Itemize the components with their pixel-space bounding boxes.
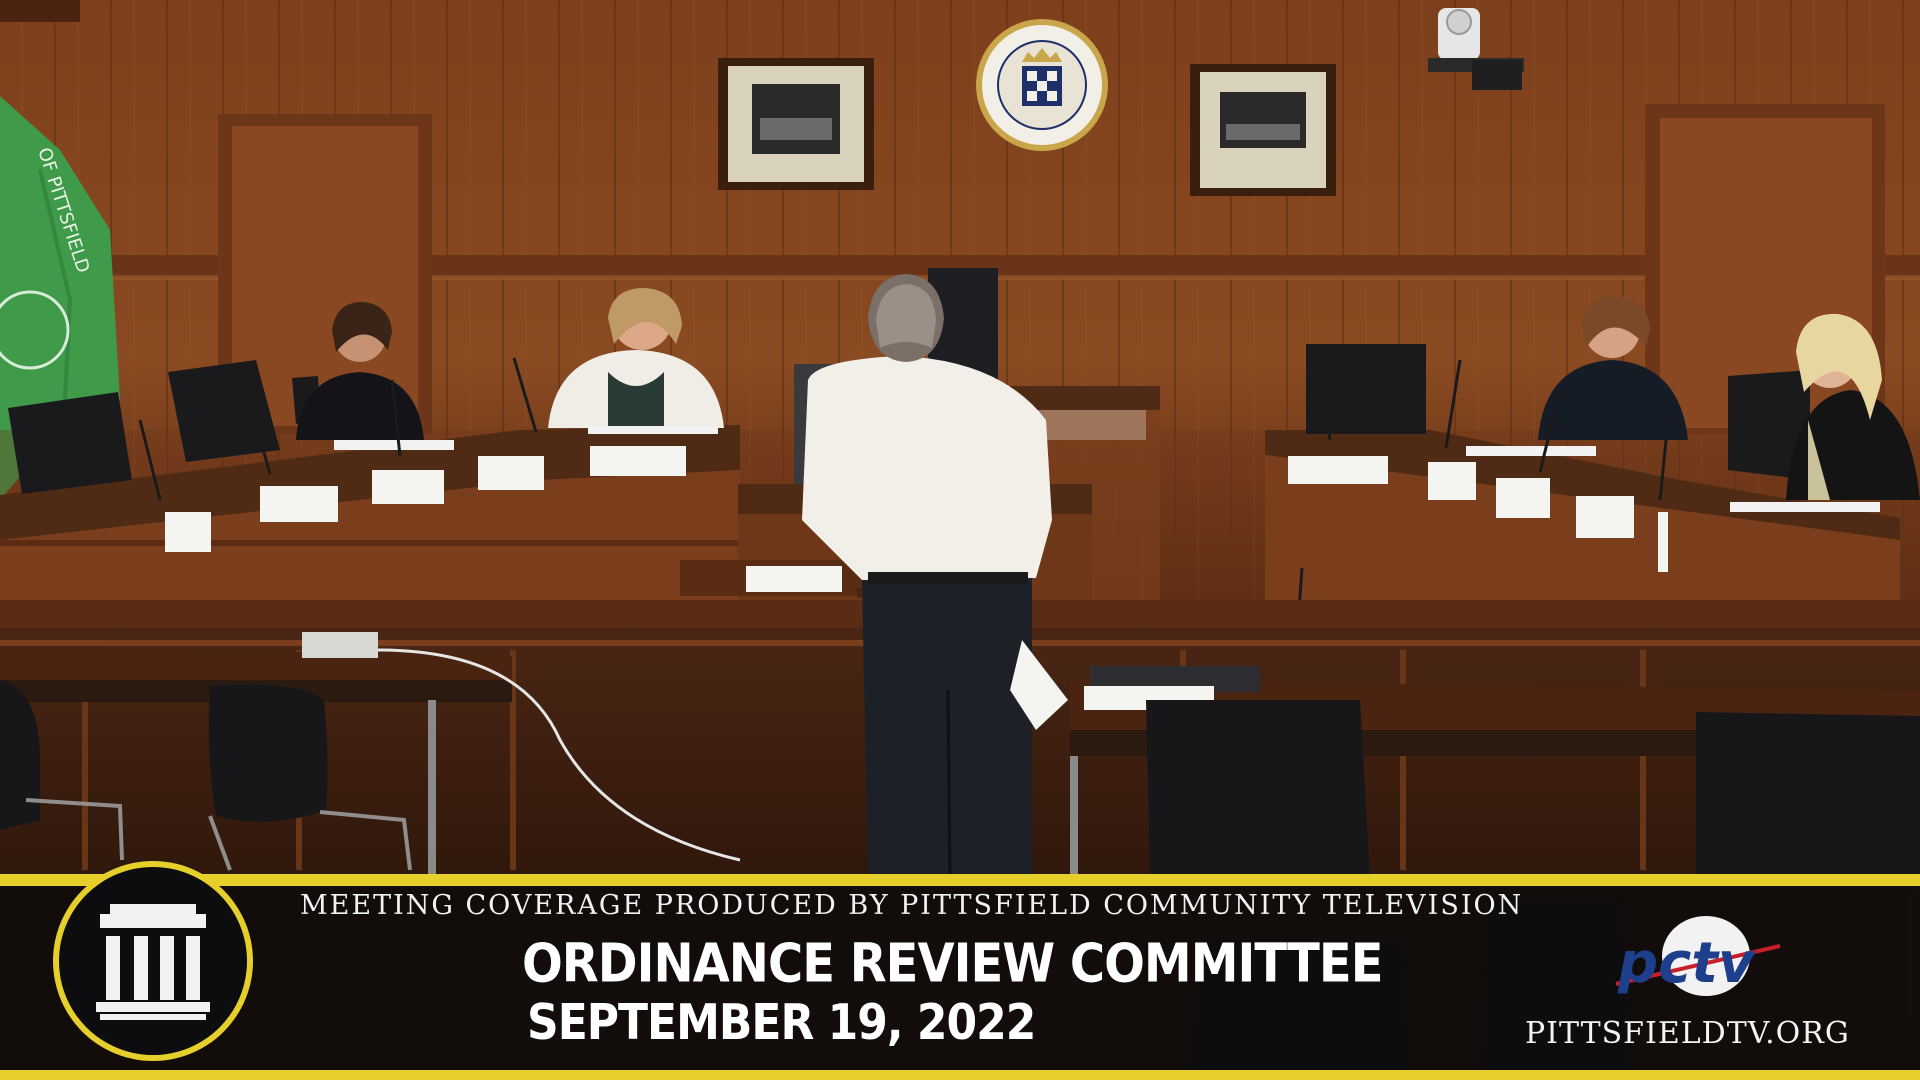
city-seal <box>976 19 1108 151</box>
website-url: PITTSFIELDTV.ORG <box>1525 1016 1850 1051</box>
svg-text:pctv: pctv <box>1617 931 1756 996</box>
producer-credit: MEETING COVERAGE PRODUCED BY PITTSFIELD … <box>300 890 1524 921</box>
framed-photo-right <box>1190 64 1336 196</box>
meeting-date: SEPTEMBER 19, 2022 <box>527 994 1036 1052</box>
meeting-title: ORDINANCE REVIEW COMMITTEE <box>522 932 1383 995</box>
city-hall-logo <box>53 861 253 1061</box>
banner-bottom-stripe <box>0 1070 1920 1080</box>
lower-third-banner: MEETING COVERAGE PRODUCED BY PITTSFIELD … <box>0 861 1920 1080</box>
framed-photo-left <box>718 58 874 190</box>
pctv-logo: pctv <box>1615 916 1781 996</box>
video-frame: OF PITTSFIELD MEETING COVERAGE PRODUCED … <box>0 0 1920 1080</box>
banner-top-stripe <box>0 874 1920 886</box>
